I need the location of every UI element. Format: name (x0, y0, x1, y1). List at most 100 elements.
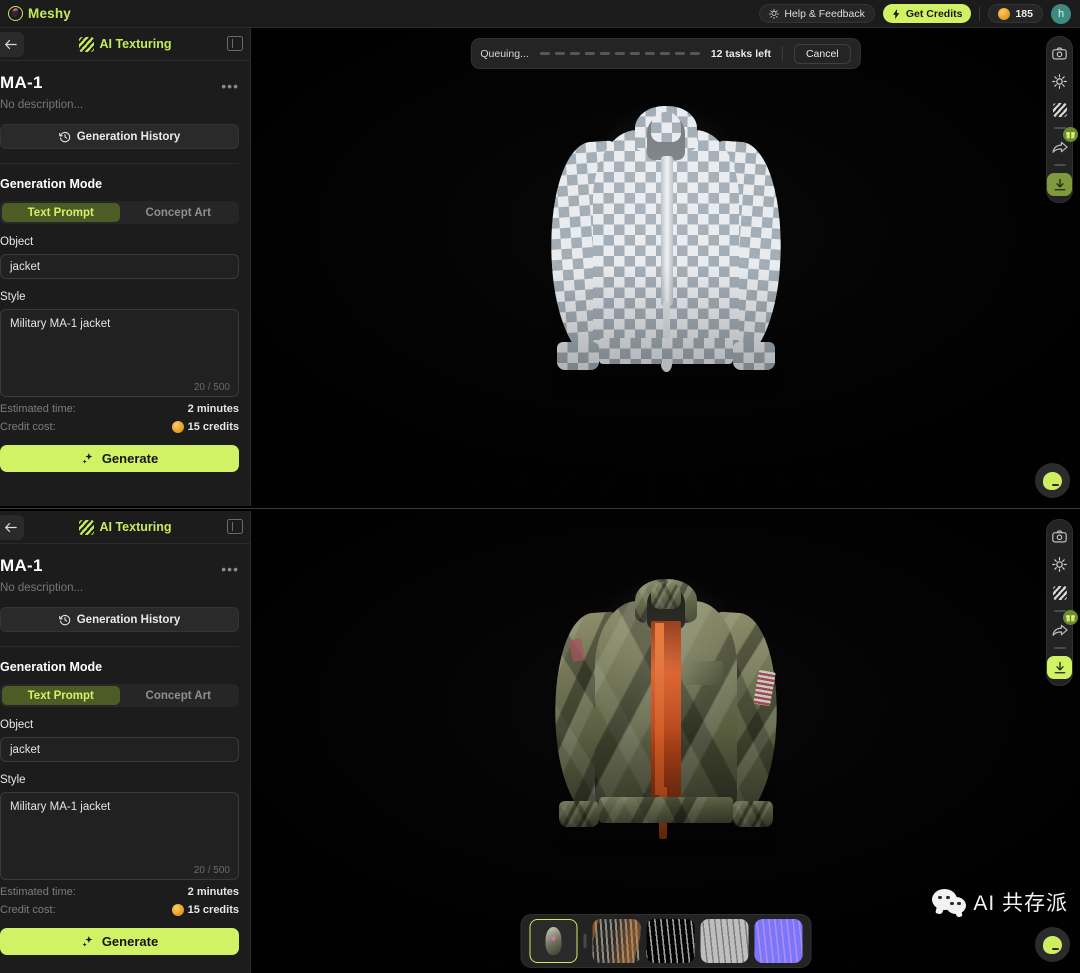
texture-stripes-icon (78, 519, 94, 535)
viewport-toolbar-bottom (1046, 519, 1078, 686)
cancel-button[interactable]: Cancel (793, 43, 851, 64)
queue-status: Queuing... (480, 47, 529, 60)
toast-divider (781, 46, 783, 61)
style-label: Style (0, 291, 26, 303)
avatar-initial: h (1057, 7, 1065, 20)
panel-title: AI Texturing (78, 36, 172, 52)
lighting-icon[interactable] (1049, 554, 1070, 575)
download-icon[interactable] (1047, 656, 1072, 679)
base-color-map-thumbnail[interactable] (592, 919, 640, 963)
generation-mode-tabs: Text Prompt Concept Art (0, 201, 239, 224)
brand[interactable]: Meshy (0, 6, 71, 21)
chat-bubble-icon[interactable] (1035, 463, 1070, 498)
arrow-left-icon (4, 39, 17, 50)
generate-button[interactable]: Generate (0, 445, 239, 472)
credit-cost-row: Credit cost: 15 credits (0, 421, 239, 433)
screenshot-icon[interactable] (1049, 43, 1070, 64)
model-jacket-textured[interactable] (547, 579, 784, 851)
tab-text-prompt[interactable]: Text Prompt (2, 203, 120, 222)
model-preview-thumbnail[interactable] (529, 919, 577, 963)
more-horizontal-icon[interactable]: ••• (221, 61, 239, 93)
queue-progress-bar (539, 52, 700, 55)
ai-texturing-sidebar-top: AI Texturing MA-1 ••• No description... … (0, 28, 251, 509)
lightbulb-icon (769, 8, 780, 19)
ai-texturing-sidebar-bottom: AI Texturing MA-1 ••• No description... … (0, 511, 251, 973)
history-clock-icon (58, 131, 70, 142)
download-icon[interactable] (1047, 173, 1072, 196)
more-horizontal-icon[interactable]: ••• (221, 544, 239, 576)
toolbar-divider (1053, 164, 1066, 166)
tab-concept-art[interactable]: Concept Art (120, 203, 238, 222)
help-feedback-label: Help & Feedback (784, 7, 865, 20)
brand-name: Meshy (28, 6, 72, 21)
texture-stripes-icon[interactable] (1049, 582, 1070, 603)
generation-history-button[interactable]: Generation History (0, 607, 239, 632)
credit-cost-value-wrap: 15 credits (171, 904, 239, 916)
sidebar-header: AI Texturing (0, 28, 250, 61)
panel-title-label: AI Texturing (99, 37, 172, 51)
queue-tasks-left: 12 tasks left (710, 47, 771, 60)
style-textarea[interactable]: Military MA-1 jacket 20 / 500 (0, 792, 239, 880)
texture-stripes-icon (78, 36, 94, 52)
sidebar-header: AI Texturing (0, 511, 250, 544)
object-input[interactable]: jacket (0, 737, 239, 762)
viewport-top[interactable]: Queuing... 12 tasks left Cancel (251, 28, 1080, 509)
generate-button[interactable]: Generate (0, 928, 239, 955)
queue-toast: Queuing... 12 tasks left Cancel (470, 38, 861, 69)
style-label: Style (0, 774, 26, 786)
get-credits-label: Get Credits (905, 7, 963, 20)
chat-bubble-icon[interactable] (1035, 927, 1070, 962)
style-textarea-value: Military MA-1 jacket (10, 318, 111, 330)
toolbar-divider (1053, 610, 1066, 612)
get-credits-button[interactable]: Get Credits (882, 4, 972, 23)
toolbar-divider (1053, 647, 1066, 649)
tab-text-prompt[interactable]: Text Prompt (2, 686, 120, 705)
tab-concept-art[interactable]: Concept Art (120, 686, 238, 705)
model-jacket-untextured[interactable] (542, 106, 789, 396)
metallic-map-thumbnail[interactable] (700, 919, 748, 963)
project-row: MA-1 ••• (0, 544, 239, 576)
normal-map-thumbnail[interactable] (754, 919, 802, 963)
generation-history-label: Generation History (76, 613, 181, 626)
style-textarea[interactable]: Military MA-1 jacket 20 / 500 (0, 309, 239, 397)
meshy-logo-icon (8, 6, 23, 21)
credit-balance[interactable]: 185 (988, 4, 1043, 23)
share-icon[interactable] (1049, 610, 1078, 640)
screenshot-icon[interactable] (1049, 526, 1070, 547)
avatar[interactable]: h (1051, 3, 1071, 24)
sparkles-icon (82, 452, 93, 464)
estimated-time-label: Estimated time: (0, 403, 76, 415)
project-description: No description... (0, 582, 84, 594)
back-button[interactable] (0, 32, 24, 57)
panel-collapse-icon[interactable] (227, 519, 243, 534)
style-char-counter: 20 / 500 (193, 865, 230, 876)
object-input[interactable]: jacket (0, 254, 239, 279)
texture-stripes-icon[interactable] (1049, 99, 1070, 120)
back-button[interactable] (0, 515, 24, 540)
credit-cost-label: Credit cost: (0, 421, 56, 433)
project-description: No description... (0, 99, 84, 111)
screen-capture-top: AI Texturing MA-1 ••• No description... … (0, 28, 1080, 509)
generation-history-label: Generation History (76, 130, 181, 143)
sidebar-body: MA-1 ••• No description... Generation Hi… (0, 544, 250, 955)
gift-icon[interactable] (1063, 610, 1078, 625)
watermark: AI 共存派 (932, 887, 1068, 917)
arrow-left-icon (4, 522, 17, 533)
object-label: Object (0, 236, 34, 248)
coin-icon (171, 421, 184, 433)
style-textarea-value: Military MA-1 jacket (10, 801, 111, 813)
share-icon[interactable] (1049, 127, 1078, 157)
texture-map-thumbnail-strip (520, 914, 811, 968)
help-feedback-button[interactable]: Help & Feedback (759, 4, 875, 23)
panel-collapse-icon[interactable] (227, 36, 243, 51)
panel-title: AI Texturing (78, 519, 172, 535)
thumbnail-drag-handle[interactable] (583, 934, 586, 948)
roughness-map-thumbnail[interactable] (646, 919, 694, 963)
lighting-icon[interactable] (1049, 71, 1070, 92)
gift-icon[interactable] (1063, 127, 1078, 142)
viewport-bottom[interactable]: AI 共存派 (251, 511, 1080, 973)
credit-cost-row: Credit cost: 15 credits (0, 904, 239, 916)
coin-icon (998, 7, 1011, 20)
generation-history-button[interactable]: Generation History (0, 124, 239, 149)
credit-cost-value-wrap: 15 credits (171, 421, 239, 433)
